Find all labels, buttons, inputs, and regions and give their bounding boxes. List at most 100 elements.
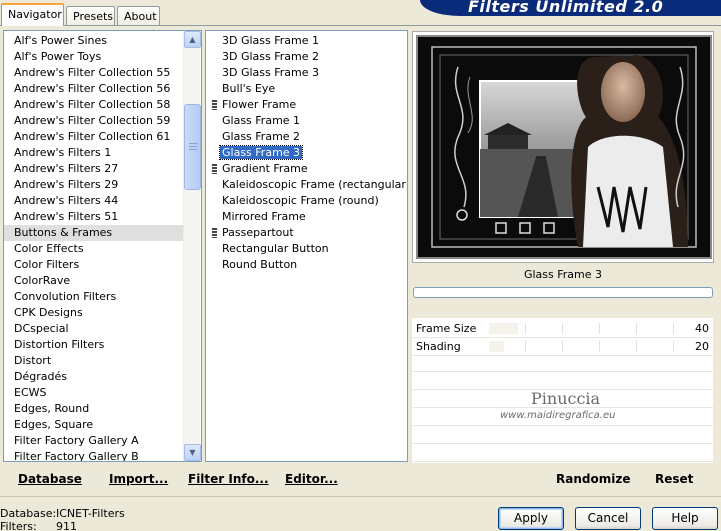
preview-filter-name: Glass Frame 3 — [523, 268, 603, 281]
param-label: Frame Size — [416, 322, 477, 335]
database-status-label: Database: — [0, 507, 57, 520]
tab-about[interactable]: About — [117, 6, 160, 25]
param-slider[interactable] — [489, 341, 675, 352]
param-row-empty — [413, 426, 713, 444]
filter-item[interactable]: Flower Frame — [206, 97, 298, 113]
filter-item-label: Kaleidoscopic Frame (round) — [222, 194, 379, 207]
category-item[interactable]: Andrew's Filters 27 — [4, 161, 184, 177]
filter-group-icon — [212, 228, 217, 238]
category-item[interactable]: Alf's Power Sines — [4, 33, 184, 49]
category-scrollbar[interactable]: ▲ ▼ — [183, 31, 201, 461]
category-item[interactable]: Distortion Filters — [4, 337, 184, 353]
category-item[interactable]: Dégradés — [4, 369, 184, 385]
preview-image — [416, 35, 712, 259]
tab-navigator[interactable]: Navigator — [1, 3, 64, 26]
import-button[interactable]: Import... — [109, 472, 168, 486]
param-slider[interactable] — [489, 323, 675, 334]
filter-item[interactable]: 3D Glass Frame 3 — [206, 65, 321, 81]
filter-group-icon — [212, 100, 217, 110]
randomize-button[interactable]: Randomize — [556, 472, 630, 486]
filter-item[interactable]: Rectangular Button — [206, 241, 331, 257]
filter-list[interactable]: 3D Glass Frame 1 3D Glass Frame 2 3D Glass… — [205, 30, 408, 462]
param-slider-fill — [489, 341, 504, 352]
database-button[interactable]: Database — [18, 472, 82, 486]
tab-divider — [0, 25, 721, 26]
watermark-url: www.maidiregrafica.eu — [500, 410, 616, 421]
filter-info-button[interactable]: Filter Info... — [188, 472, 269, 486]
category-item[interactable]: Andrew's Filters 1 — [4, 145, 184, 161]
filter-item[interactable]: Glass Frame 1 — [206, 113, 302, 129]
filter-item-label: Gradient Frame — [222, 162, 308, 175]
category-item[interactable]: Buttons & Frames — [4, 225, 184, 241]
category-item[interactable]: CPK Designs — [4, 305, 184, 321]
category-item[interactable]: Color Filters — [4, 257, 184, 273]
category-item[interactable]: Andrew's Filters 29 — [4, 177, 184, 193]
param-row-empty — [413, 354, 713, 372]
param-value: 20 — [695, 340, 709, 353]
category-item[interactable]: Andrew's Filters 51 — [4, 209, 184, 225]
category-item[interactable]: Alf's Power Toys — [4, 49, 184, 65]
database-status-value: ICNET-Filters — [56, 507, 125, 520]
category-item[interactable]: Andrew's Filters 44 — [4, 193, 184, 209]
param-row-empty — [413, 372, 713, 390]
cancel-button[interactable]: Cancel — [575, 507, 641, 530]
filter-item[interactable]: 3D Glass Frame 1 — [206, 33, 321, 49]
category-item[interactable]: Filter Factory Gallery B — [4, 449, 184, 461]
filter-item[interactable]: Glass Frame 3 — [206, 145, 304, 161]
filter-item[interactable]: Kaleidoscopic Frame (round) — [206, 193, 381, 209]
filter-item[interactable]: Gradient Frame — [206, 161, 310, 177]
preview-artwork — [418, 37, 710, 257]
category-item[interactable]: Andrew's Filter Collection 58 — [4, 97, 184, 113]
filter-item[interactable]: Mirrored Frame — [206, 209, 308, 225]
scroll-thumb[interactable] — [184, 104, 201, 190]
filter-item-label: Glass Frame 1 — [222, 114, 301, 127]
filter-item-label: Rectangular Button — [222, 242, 329, 255]
category-item[interactable]: ColorRave — [4, 273, 184, 289]
category-item[interactable]: Andrew's Filter Collection 61 — [4, 129, 184, 145]
title-banner: Filters Unlimited 2.0 — [420, 0, 721, 16]
preview-panel — [412, 31, 714, 263]
footer-divider — [0, 496, 721, 497]
category-item[interactable]: ECWS — [4, 385, 184, 401]
param-label: Shading — [416, 340, 461, 353]
category-item[interactable]: Andrew's Filter Collection 56 — [4, 81, 184, 97]
filter-item[interactable]: Bull's Eye — [206, 81, 277, 97]
category-item[interactable]: Convolution Filters — [4, 289, 184, 305]
filter-item[interactable]: Kaleidoscopic Frame (rectangular) — [206, 177, 408, 193]
category-item[interactable]: Distort — [4, 353, 184, 369]
filter-item-label: Kaleidoscopic Frame (rectangular) — [222, 178, 408, 191]
editor-button[interactable]: Editor... — [285, 472, 338, 486]
param-row[interactable]: Frame Size 40 — [413, 320, 713, 338]
category-list[interactable]: Alf's Power Sines Alf's Power Toys Andrew'… — [3, 30, 202, 462]
filter-item-label: 3D Glass Frame 1 — [222, 34, 320, 47]
filter-item-label: Glass Frame 3 — [218, 145, 304, 160]
apply-button[interactable]: Apply — [498, 507, 564, 530]
scroll-up-button[interactable]: ▲ — [184, 31, 201, 48]
filter-item[interactable]: Passepartout — [206, 225, 296, 241]
filter-item-label: Flower Frame — [222, 98, 297, 111]
param-value: 40 — [695, 322, 709, 335]
category-item[interactable]: Filter Factory Gallery A — [4, 433, 184, 449]
filter-item[interactable]: 3D Glass Frame 2 — [206, 49, 321, 65]
filters-count-value: 911 — [56, 520, 77, 531]
help-button[interactable]: Help — [652, 507, 718, 530]
category-item[interactable]: Edges, Round — [4, 401, 184, 417]
category-item[interactable]: Edges, Square — [4, 417, 184, 433]
param-slider-fill — [489, 323, 519, 334]
filter-item-label: Bull's Eye — [222, 82, 276, 95]
app-title: Filters Unlimited 2.0 — [468, 0, 664, 16]
filter-item-label: Mirrored Frame — [222, 210, 306, 223]
filter-item[interactable]: Glass Frame 2 — [206, 129, 302, 145]
category-item[interactable]: Color Effects — [4, 241, 184, 257]
tab-presets[interactable]: Presets — [66, 6, 115, 25]
filter-item-label: 3D Glass Frame 2 — [222, 50, 320, 63]
category-item[interactable]: Andrew's Filter Collection 55 — [4, 65, 184, 81]
category-item[interactable]: DCspecial — [4, 321, 184, 337]
filter-group-icon — [212, 164, 217, 174]
filter-item-label: Passepartout — [222, 226, 294, 239]
scroll-down-button[interactable]: ▼ — [184, 444, 201, 461]
reset-button[interactable]: Reset — [655, 472, 693, 486]
filter-item[interactable]: Round Button — [206, 257, 299, 273]
category-item[interactable]: Andrew's Filter Collection 59 — [4, 113, 184, 129]
filter-item-label: Glass Frame 2 — [222, 130, 301, 143]
